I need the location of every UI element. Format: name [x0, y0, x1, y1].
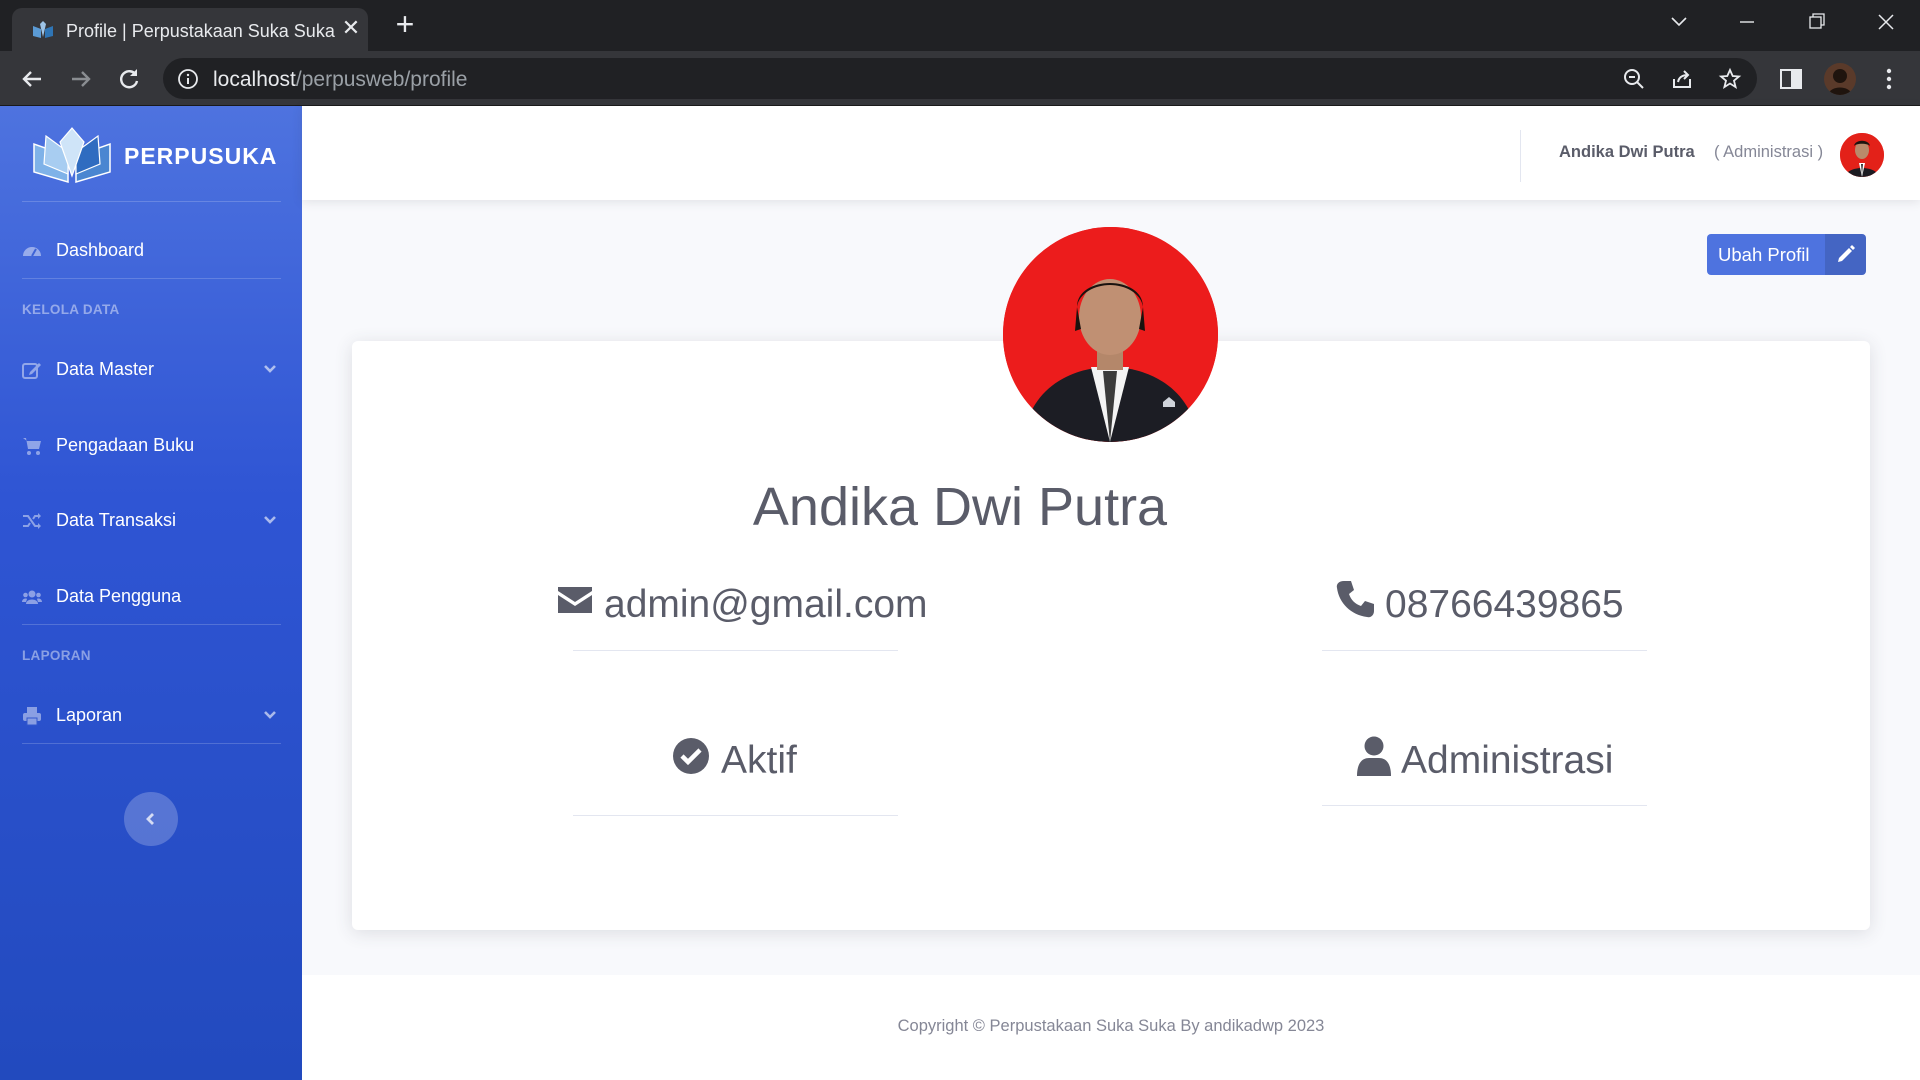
envelope-icon: [558, 587, 592, 613]
minimize-icon[interactable]: [1727, 8, 1767, 36]
back-arrow-icon[interactable]: [16, 63, 48, 95]
browser-tab[interactable]: Profile | Perpustakaan Suka Suka ✕: [12, 8, 368, 51]
tachometer-icon: [23, 247, 41, 257]
url-text: localhost/perpusweb/profile: [213, 68, 468, 92]
profile-email: admin@gmail.com: [556, 575, 936, 635]
sidebar-item-laporan[interactable]: Laporan: [0, 692, 302, 740]
chevron-down-icon[interactable]: [262, 707, 278, 723]
profile-role: Administrasi: [1357, 731, 1647, 791]
profile-name: Andika Dwi Putra: [752, 477, 1168, 537]
profile-phone-text: 08766439865: [1385, 583, 1624, 626]
profile-status: Aktif: [672, 731, 832, 791]
chevron-down-icon[interactable]: [262, 361, 278, 377]
chevron-left-icon: [146, 813, 154, 825]
info-divider: [1322, 650, 1647, 651]
forward-arrow-icon[interactable]: [65, 63, 97, 95]
sidebar-item-label: Laporan: [56, 705, 123, 725]
bookmark-star-icon[interactable]: [1718, 67, 1742, 91]
topbar-divider: [1520, 130, 1521, 182]
profile-email-text: admin@gmail.com: [604, 583, 928, 626]
restore-icon[interactable]: [1796, 8, 1836, 36]
sidebar-divider: [22, 278, 281, 279]
sidebar-brand[interactable]: PERPUSUKA: [32, 126, 282, 186]
brand-name: PERPUSUKA: [124, 143, 278, 169]
close-window-icon[interactable]: [1866, 8, 1906, 36]
new-tab-icon[interactable]: +: [390, 8, 420, 41]
sidebar-heading-kelola-data: KELOLA DATA: [22, 302, 120, 317]
topbar-user-name[interactable]: Andika Dwi Putra: [1559, 143, 1695, 162]
edit-profile-icon-wrap: [1825, 234, 1866, 275]
profile-phone: 08766439865: [1335, 575, 1665, 635]
phone-icon: [1336, 581, 1374, 618]
sidebar-divider: [22, 201, 281, 202]
topbar-user-role[interactable]: ( Administrasi ): [1714, 143, 1823, 162]
shopping-cart-icon: [23, 438, 41, 455]
sidebar-item-data-master[interactable]: Data Master: [0, 346, 302, 394]
user-icon: [1357, 736, 1391, 776]
reload-icon[interactable]: [113, 63, 145, 95]
info-divider: [573, 650, 898, 651]
profile-role-text: Administrasi: [1401, 739, 1614, 782]
browser-profile-avatar[interactable]: [1824, 63, 1856, 95]
edit-icon: [22, 363, 41, 379]
profile-status-text: Aktif: [721, 739, 797, 782]
share-icon[interactable]: [1670, 67, 1694, 91]
sidebar-divider: [22, 624, 281, 625]
avatar[interactable]: [1840, 133, 1884, 177]
browser-tabbar: Profile | Perpustakaan Suka Suka ✕ +: [0, 0, 1920, 51]
sidebar-item-label: Dashboard: [56, 240, 145, 260]
edit-profile-button[interactable]: Ubah Profil: [1707, 234, 1866, 275]
topbar: Andika Dwi Putra ( Administrasi ): [302, 106, 1920, 200]
tab-search-chevron-icon[interactable]: [1659, 8, 1699, 36]
sidebar-toggle-button[interactable]: [124, 792, 178, 846]
info-divider: [573, 815, 898, 816]
tab-title: Profile | Perpustakaan Suka Suka: [66, 21, 335, 41]
footer-copyright: Copyright © Perpustakaan Suka Suka By an…: [897, 1017, 1325, 1035]
sidebar-item-label: Data Master: [56, 359, 155, 379]
sidebar-divider: [22, 743, 281, 744]
side-panel-icon[interactable]: [1776, 64, 1806, 94]
sidebar-item-label: Data Pengguna: [56, 586, 182, 606]
sidebar-item-data-pengguna[interactable]: Data Pengguna: [0, 573, 302, 621]
book-logo-icon: [33, 127, 111, 184]
profile-photo: [1003, 227, 1218, 442]
pencil-icon: [1838, 245, 1855, 262]
edit-profile-label: Ubah Profil: [1718, 244, 1810, 265]
close-tab-icon[interactable]: ✕: [338, 15, 364, 41]
browser-menu-icon[interactable]: [1874, 64, 1904, 94]
site-info-icon[interactable]: [177, 68, 199, 90]
footer: Copyright © Perpustakaan Suka Suka By an…: [302, 975, 1920, 1080]
sidebar-heading-laporan: LAPORAN: [22, 648, 91, 663]
address-bar[interactable]: localhost/perpusweb/profile: [163, 58, 1757, 99]
print-icon: [23, 707, 41, 726]
sidebar-item-label: Pengadaan Buku: [56, 435, 195, 455]
url-host: localhost: [213, 68, 296, 91]
info-divider: [1322, 805, 1647, 806]
check-circle-icon: [673, 738, 709, 774]
users-icon: [22, 590, 42, 604]
browser-toolbar: localhost/perpusweb/profile: [0, 51, 1920, 106]
book-favicon-icon: [33, 21, 53, 38]
sidebar-item-dashboard[interactable]: Dashboard: [0, 227, 302, 275]
sidebar-item-pengadaan-buku[interactable]: Pengadaan Buku: [0, 422, 302, 470]
zoom-icon[interactable]: [1622, 67, 1646, 91]
sidebar: PERPUSUKA Dashboard KELOLA DATA Data Mas…: [0, 106, 302, 1080]
url-path: /perpusweb/profile: [295, 68, 468, 91]
